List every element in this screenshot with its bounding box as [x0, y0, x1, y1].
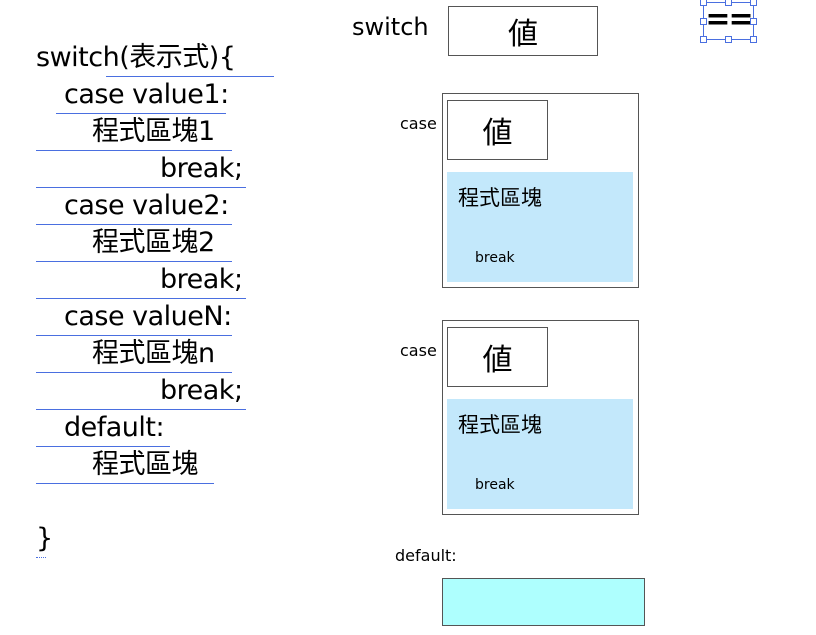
equals-operator-text: ==: [705, 2, 753, 37]
code-text: case value1:: [64, 79, 229, 110]
code-text: 程式區塊1: [92, 116, 215, 147]
case-block[interactable]: 値 程式區塊 break: [442, 320, 639, 515]
resize-handle[interactable]: [750, 18, 757, 25]
code-text: 程式區塊n: [92, 338, 215, 369]
case-label: case: [400, 341, 437, 360]
code-text: case valueN:: [64, 301, 232, 332]
resize-handle[interactable]: [725, 0, 732, 6]
resize-handle[interactable]: [700, 0, 707, 6]
case-value-box[interactable]: 値: [447, 327, 548, 387]
switch-label: switch: [352, 13, 429, 41]
code-text: default:: [64, 412, 165, 443]
code-block-title: 程式區塊: [458, 413, 542, 437]
code-block-title: 程式區塊: [458, 186, 542, 210]
case-label: case: [400, 114, 437, 133]
resize-handle[interactable]: [750, 0, 757, 6]
case-code-area[interactable]: 程式區塊 break: [447, 172, 633, 282]
code-text: switch(表示式){: [36, 42, 236, 73]
code-text: 程式區塊2: [92, 227, 215, 258]
code-text: break;: [160, 264, 243, 295]
default-label: default:: [395, 546, 457, 565]
resize-handle[interactable]: [750, 36, 757, 43]
switch-value-box[interactable]: 値: [448, 6, 598, 56]
text-underline: [36, 557, 46, 558]
case-block[interactable]: 値 程式區塊 break: [442, 93, 639, 288]
resize-handle[interactable]: [700, 36, 707, 43]
text-underline: [36, 483, 214, 484]
break-text: break: [475, 250, 515, 266]
code-text: break;: [160, 153, 243, 184]
code-text: case value2:: [64, 190, 229, 221]
resize-handle[interactable]: [725, 36, 732, 43]
code-text: break;: [160, 375, 243, 406]
default-block[interactable]: [442, 578, 645, 626]
code-text: }: [36, 523, 53, 554]
code-text: 程式區塊: [92, 449, 199, 480]
equals-operator[interactable]: ==: [700, 0, 757, 43]
break-text: break: [475, 477, 515, 493]
case-value-box[interactable]: 値: [447, 100, 548, 160]
case-code-area[interactable]: 程式區塊 break: [447, 399, 633, 509]
resize-handle[interactable]: [700, 18, 707, 25]
